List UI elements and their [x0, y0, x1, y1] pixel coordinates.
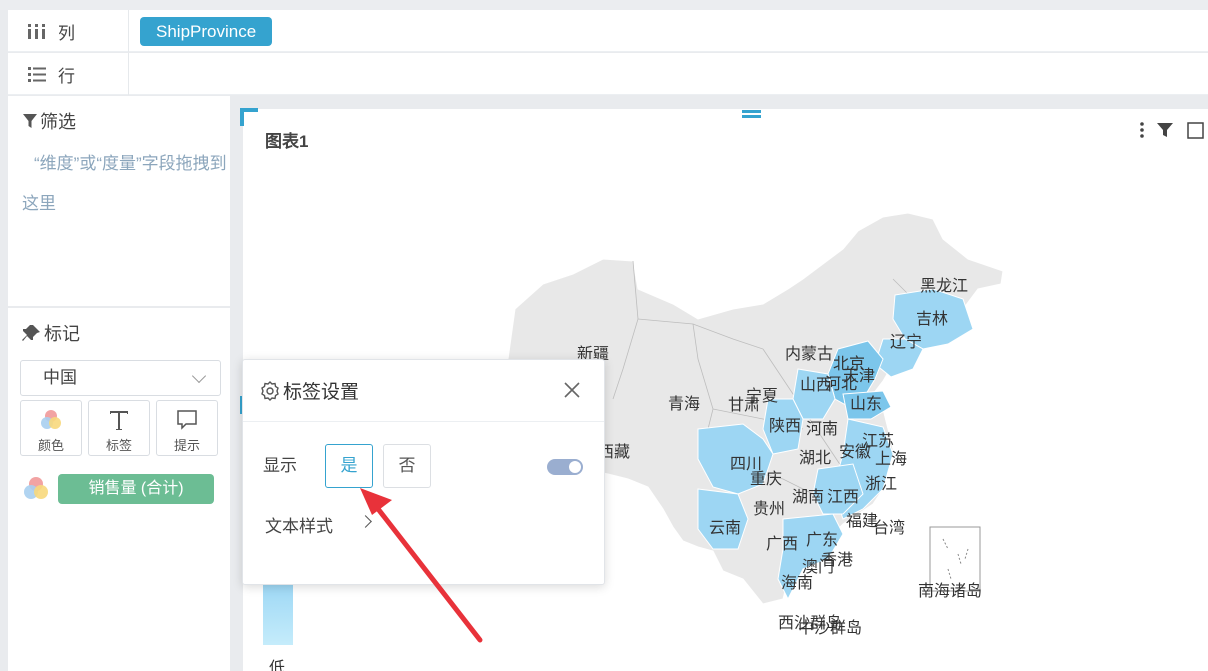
color-measure-icon — [24, 477, 48, 499]
filter-panel[interactable]: 筛选 “维度”或“度量”字段拖拽到这里 — [8, 96, 230, 306]
label-qinghai: 青海 — [668, 394, 700, 413]
rows-shelf-label: 行 — [8, 53, 129, 95]
legend-low-label: 低 — [269, 660, 286, 671]
gear-icon — [261, 380, 279, 401]
label-jilin: 吉林 — [916, 309, 948, 328]
tooltip-button-label: 提示 — [173, 438, 200, 453]
label-settings-popup: 标签设置 显示 是 否 文本样式 — [242, 359, 605, 585]
label-guangdong: 广东 — [806, 530, 838, 549]
columns-shelf[interactable]: 列 ShipProvince — [8, 10, 1208, 52]
color-circles-icon — [21, 405, 81, 435]
marks-title-text: 标记 — [44, 324, 80, 344]
label-yunnan: 云南 — [709, 518, 741, 537]
show-toggle[interactable] — [547, 459, 583, 475]
marks-panel: 标记 中国 颜色 标签 提示 销售量 (合计) — [8, 308, 230, 671]
label-gansu: 甘肃 — [728, 395, 760, 414]
show-yes-button[interactable]: 是 — [325, 444, 373, 488]
measure-pill-sales[interactable]: 销售量 (合计) — [58, 474, 214, 504]
text-style-row[interactable]: 文本样式 — [265, 512, 372, 537]
label-nanhai: 南海诸岛 — [918, 581, 982, 600]
rows-label-text: 行 — [58, 66, 75, 86]
label-heilongjiang: 黑龙江 — [920, 276, 968, 295]
rows-list-icon — [26, 65, 50, 83]
marks-title: 标记 — [22, 320, 80, 346]
label-liaoning: 辽宁 — [890, 332, 922, 351]
close-icon[interactable] — [562, 380, 582, 400]
color-legend-bar — [263, 585, 293, 645]
label-button[interactable]: 标签 — [88, 400, 150, 456]
text-T-icon — [89, 405, 149, 435]
map-select-value: 中国 — [43, 368, 77, 387]
label-shanxi: 山西 — [800, 375, 832, 394]
label-shandong: 山东 — [850, 394, 882, 413]
popup-header: 标签设置 — [243, 360, 604, 422]
label-henan: 河南 — [806, 419, 838, 438]
chevron-down-icon — [191, 368, 207, 384]
label-hunan: 湖南 — [792, 487, 824, 506]
filter-title-text: 筛选 — [40, 112, 76, 132]
chevron-right-icon — [359, 515, 372, 528]
label-jiangxi: 江西 — [827, 487, 859, 506]
label-shanghai: 上海 — [875, 449, 907, 468]
funnel-icon — [23, 114, 37, 128]
columns-icon — [26, 22, 50, 40]
label-guangxi: 广西 — [766, 534, 798, 553]
pin-icon — [22, 325, 40, 341]
label-button-label: 标签 — [105, 438, 132, 453]
filter-title: 筛选 — [22, 108, 76, 134]
label-guizhou: 贵州 — [753, 499, 785, 518]
label-shaanxi: 陕西 — [769, 416, 801, 435]
top-strip — [0, 0, 1208, 10]
label-zhejiang: 浙江 — [865, 474, 897, 493]
map-select[interactable]: 中国 — [20, 360, 221, 396]
popup-title: 标签设置 — [283, 382, 360, 403]
label-taiwan: 台湾 — [873, 518, 905, 537]
label-neimenggu: 内蒙古 — [785, 344, 833, 363]
label-chongqing: 重庆 — [750, 469, 782, 488]
text-style-label: 文本样式 — [265, 517, 333, 536]
show-label-text: 显示 — [263, 456, 297, 475]
columns-label-text: 列 — [58, 23, 75, 43]
label-zhongsha: 中沙群岛 — [798, 618, 862, 637]
tooltip-button[interactable]: 提示 — [156, 400, 218, 456]
show-no-button[interactable]: 否 — [383, 444, 431, 488]
tooltip-bubble-icon — [157, 405, 217, 435]
field-pill-shipprovince[interactable]: ShipProvince — [140, 17, 273, 46]
filter-drop-hint: “维度”或“度量”字段拖拽到这里 — [22, 154, 227, 213]
columns-shelf-label: 列 — [8, 10, 129, 52]
color-button[interactable]: 颜色 — [20, 400, 82, 456]
label-hainan: 海南 — [781, 573, 813, 592]
color-button-label: 颜色 — [37, 438, 64, 453]
label-anhui: 安徽 — [839, 442, 871, 461]
label-hubei: 湖北 — [799, 448, 831, 467]
rows-shelf[interactable]: 行 — [8, 53, 1208, 95]
